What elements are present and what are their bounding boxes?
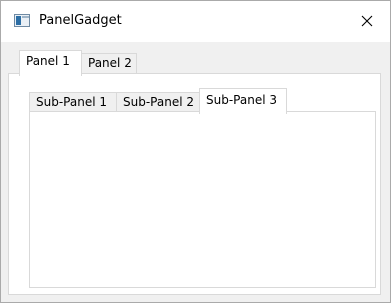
window-title: PanelGadget [39, 13, 122, 28]
close-button[interactable] [344, 1, 390, 41]
tab-sub-panel-1[interactable]: Sub-Panel 1 [29, 92, 117, 112]
tab-panel-2[interactable]: Panel 2 [81, 53, 137, 73]
tab-label: Sub-Panel 2 [123, 95, 194, 109]
window-app-icon [14, 14, 30, 27]
tab-panel-1[interactable]: Panel 1 [19, 50, 82, 76]
tab-label: Panel 1 [26, 54, 70, 68]
tab-label: Sub-Panel 3 [206, 93, 277, 107]
title-bar[interactable]: PanelGadget [1, 1, 390, 42]
tab-sub-panel-2[interactable]: Sub-Panel 2 [116, 92, 200, 112]
sub-panel-3-content [29, 111, 376, 288]
tab-label: Panel 2 [88, 56, 132, 70]
tab-sub-panel-3[interactable]: Sub-Panel 3 [199, 88, 287, 114]
close-icon [361, 15, 373, 27]
tab-label: Sub-Panel 1 [36, 95, 107, 109]
